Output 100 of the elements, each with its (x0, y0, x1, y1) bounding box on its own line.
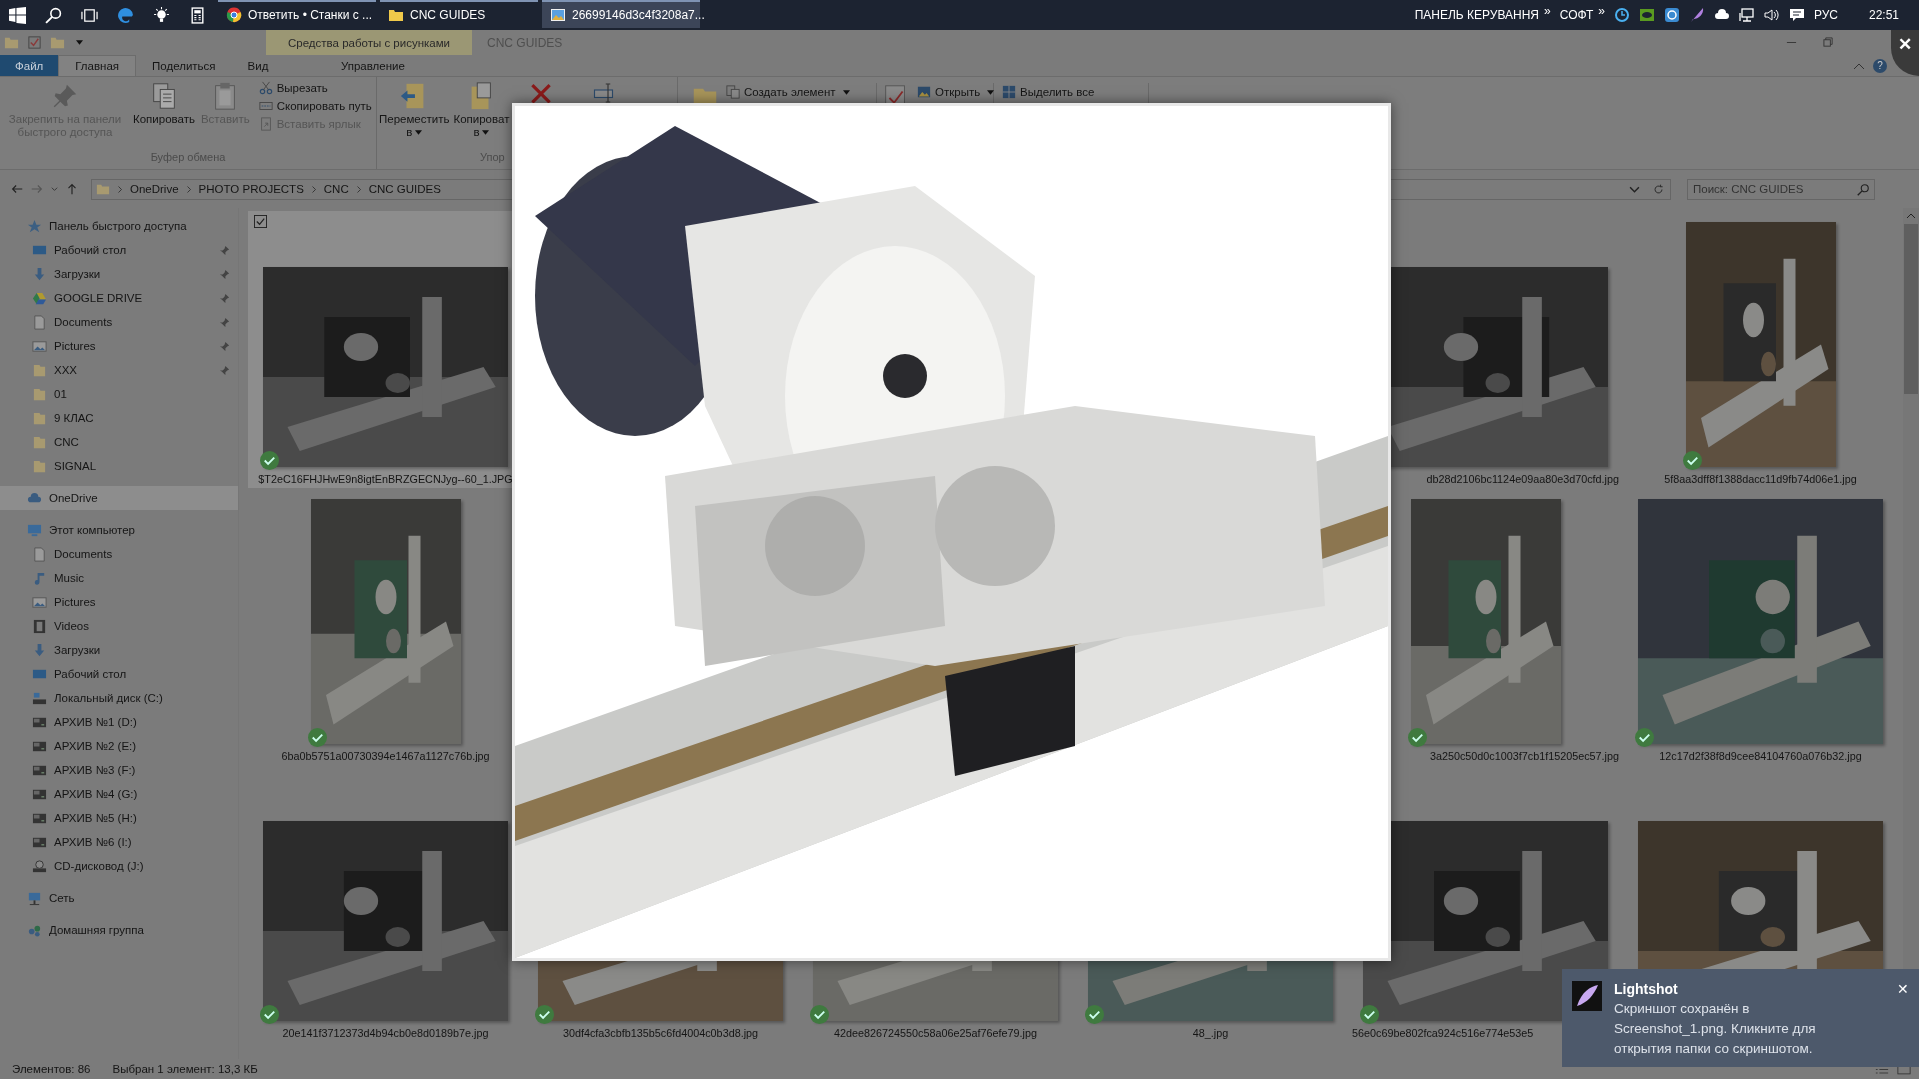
file-tile[interactable]: 5f8aa3dff8f1388dacc11d9fb74d06e1.jpg (1623, 211, 1898, 488)
image-icon (917, 85, 931, 99)
nav-item[interactable]: Videos (0, 614, 238, 638)
more-chevron[interactable]: » (1544, 4, 1551, 18)
ribbon-button[interactable]: Выделить все (1002, 85, 1095, 99)
nav-item[interactable]: 9 КЛАС (0, 406, 238, 430)
nav-item[interactable]: 01 (0, 382, 238, 406)
music-note-icon (32, 570, 47, 586)
nav-item[interactable]: XXX (0, 358, 238, 382)
ribbon-button[interactable]: Открыть (917, 85, 995, 99)
clock[interactable]: 22:51 (1868, 8, 1899, 22)
nav-item[interactable]: Pictures (0, 334, 238, 358)
nav-item[interactable]: АРХИВ №3 (F:) (0, 758, 238, 782)
ribbon-button[interactable]: Создать элемент (726, 85, 850, 99)
nav-item[interactable]: АРХИВ №5 (H:) (0, 806, 238, 830)
caret-icon (415, 130, 423, 135)
more-chevron[interactable]: » (1598, 4, 1605, 18)
chevron-up-icon[interactable] (1906, 212, 1916, 220)
nav-item[interactable]: GOOGLE DRIVE (0, 286, 238, 310)
nav-item[interactable]: Pictures (0, 590, 238, 614)
file-name: 5f8aa3dff8f1388dacc11d9fb74d06e1.jpg (1664, 473, 1857, 485)
drive-icon (32, 690, 47, 706)
ribbon-button[interactable]: Копировать (130, 81, 198, 151)
calculator-icon[interactable] (189, 6, 206, 24)
nav-item[interactable]: Сеть (0, 886, 238, 910)
taskbar-button[interactable]: CNC GUIDES (380, 0, 538, 28)
ribbon-tab[interactable]: Файл (0, 55, 59, 76)
windows-logo-icon[interactable] (9, 6, 26, 24)
nav-item[interactable]: Панель быстрого доступа (0, 214, 238, 238)
breadcrumb[interactable]: PHOTO PROJECTS (198, 183, 304, 195)
search-field[interactable]: Поиск: CNC GUIDES (1687, 178, 1875, 200)
speaker-icon[interactable] (1763, 7, 1780, 23)
file-name: 30df4cfa3cbfb135b5c6fd4004c0b3d8.jpg (562, 1027, 759, 1039)
toolbar-label[interactable]: ПАНЕЛЬ КЕРУВАННЯ (1414, 8, 1540, 22)
language-indicator[interactable]: РУС (1813, 8, 1838, 22)
ribbon-button[interactable]: Скопировать путь (258, 99, 372, 113)
nav-item[interactable]: Локальный диск (C:) (0, 686, 238, 710)
nav-item[interactable]: Загрузки (0, 638, 238, 662)
ribbon-tab[interactable]: Вид (231, 55, 285, 76)
file-tile[interactable]: 20e141f3712373d4b94cb0e8d0189b7e.jpg (248, 765, 523, 1042)
message-icon[interactable] (1788, 7, 1805, 23)
ribbon-button[interactable]: Переместить в (377, 81, 452, 151)
nav-item[interactable]: Documents (0, 542, 238, 566)
status-text: Выбран 1 элемент: 13,3 КБ (112, 1063, 258, 1075)
nav-item[interactable]: Рабочий стол (0, 238, 238, 262)
up-arrow-icon[interactable] (65, 182, 79, 196)
nav-item[interactable]: OneDrive (0, 486, 238, 510)
ribbon-button[interactable]: Копироват в (451, 81, 512, 151)
nav-item[interactable]: Documents (0, 310, 238, 334)
file-tile[interactable]: 3a250c50d0c1003f7cb1f15205ec57.jpg (1348, 488, 1623, 765)
nav-item[interactable]: Загрузки (0, 262, 238, 286)
nav-item[interactable]: CNC (0, 430, 238, 454)
nav-item[interactable]: Рабочий стол (0, 662, 238, 686)
nav-item[interactable]: Домашняя группа (0, 918, 238, 942)
search-icon[interactable] (45, 6, 62, 24)
ribbon-tab[interactable]: Главная (58, 55, 137, 76)
taskbar-button[interactable]: Ответить • Станки с ... (218, 0, 376, 28)
notification-toast[interactable]: Lightshot Скриншот сохранён в Screenshot_1.png. Кликните для открытия папки со скриншотом. ✕ (1562, 969, 1919, 1067)
document-icon (32, 314, 47, 330)
ribbon-tab[interactable]: Поделиться (136, 55, 232, 76)
ribbon-tab[interactable]: Управление (300, 55, 446, 76)
nav-item[interactable]: АРХИВ №1 (D:) (0, 710, 238, 734)
sync-icon[interactable] (1613, 7, 1630, 23)
toolbar-label[interactable]: СОФТ (1559, 8, 1594, 22)
nav-item[interactable]: АРХИВ №6 (I:) (0, 830, 238, 854)
refresh-icon[interactable] (1653, 183, 1664, 195)
scrollbar-thumb[interactable] (1904, 224, 1918, 394)
browser-icon[interactable] (117, 6, 134, 24)
file-tile[interactable]: 12c17d2f38f8d9cee84104760a076b32.jpg (1623, 488, 1898, 765)
delete-cross-icon[interactable] (529, 81, 554, 105)
help-button[interactable]: ? (1873, 58, 1887, 73)
file-name: 20e141f3712373d4b94cb0e8d0189b7e.jpg (282, 1027, 489, 1039)
nav-item[interactable]: SIGNAL (0, 454, 238, 478)
ribbon-button[interactable]: Вырезать (258, 81, 372, 95)
back-arrow-icon[interactable] (10, 182, 24, 196)
nav-item[interactable]: Этот компьютер (0, 518, 238, 542)
lightbulb-icon[interactable] (153, 6, 170, 24)
chevron-up-icon[interactable] (1853, 61, 1865, 70)
folder-icon (32, 410, 47, 426)
breadcrumb[interactable]: CNC GUIDES (368, 183, 441, 195)
context-tab-header: Средства работы с рисунками (266, 30, 472, 55)
nav-item[interactable]: Music (0, 566, 238, 590)
restore-icon[interactable] (1823, 37, 1834, 48)
breadcrumb[interactable]: CNC (323, 183, 349, 195)
caret-icon (76, 40, 83, 45)
gauge-icon[interactable] (1663, 7, 1680, 23)
nav-item[interactable]: CD-дисковод (J:) (0, 854, 238, 878)
checkbox-icon[interactable] (27, 35, 42, 50)
chevron-down-icon[interactable] (50, 184, 59, 194)
caret-icon (482, 130, 490, 135)
eye-logo-icon[interactable] (1638, 7, 1655, 23)
file-tile[interactable]: 6ba0b5751a00730394e1467a1127c76b.jpg (248, 488, 523, 765)
breadcrumb[interactable]: OneDrive (130, 183, 179, 195)
nav-item[interactable]: АРХИВ №4 (G:) (0, 782, 238, 806)
network-icon[interactable] (1738, 7, 1755, 23)
file-name: 56e0c69be802fca924c516e774e53e5 (1352, 1027, 1534, 1039)
computer-icon (27, 522, 42, 538)
task-view-icon[interactable] (81, 6, 98, 24)
close-button[interactable]: ✕ (1897, 981, 1909, 1055)
nav-item[interactable]: АРХИВ №2 (E:) (0, 734, 238, 758)
